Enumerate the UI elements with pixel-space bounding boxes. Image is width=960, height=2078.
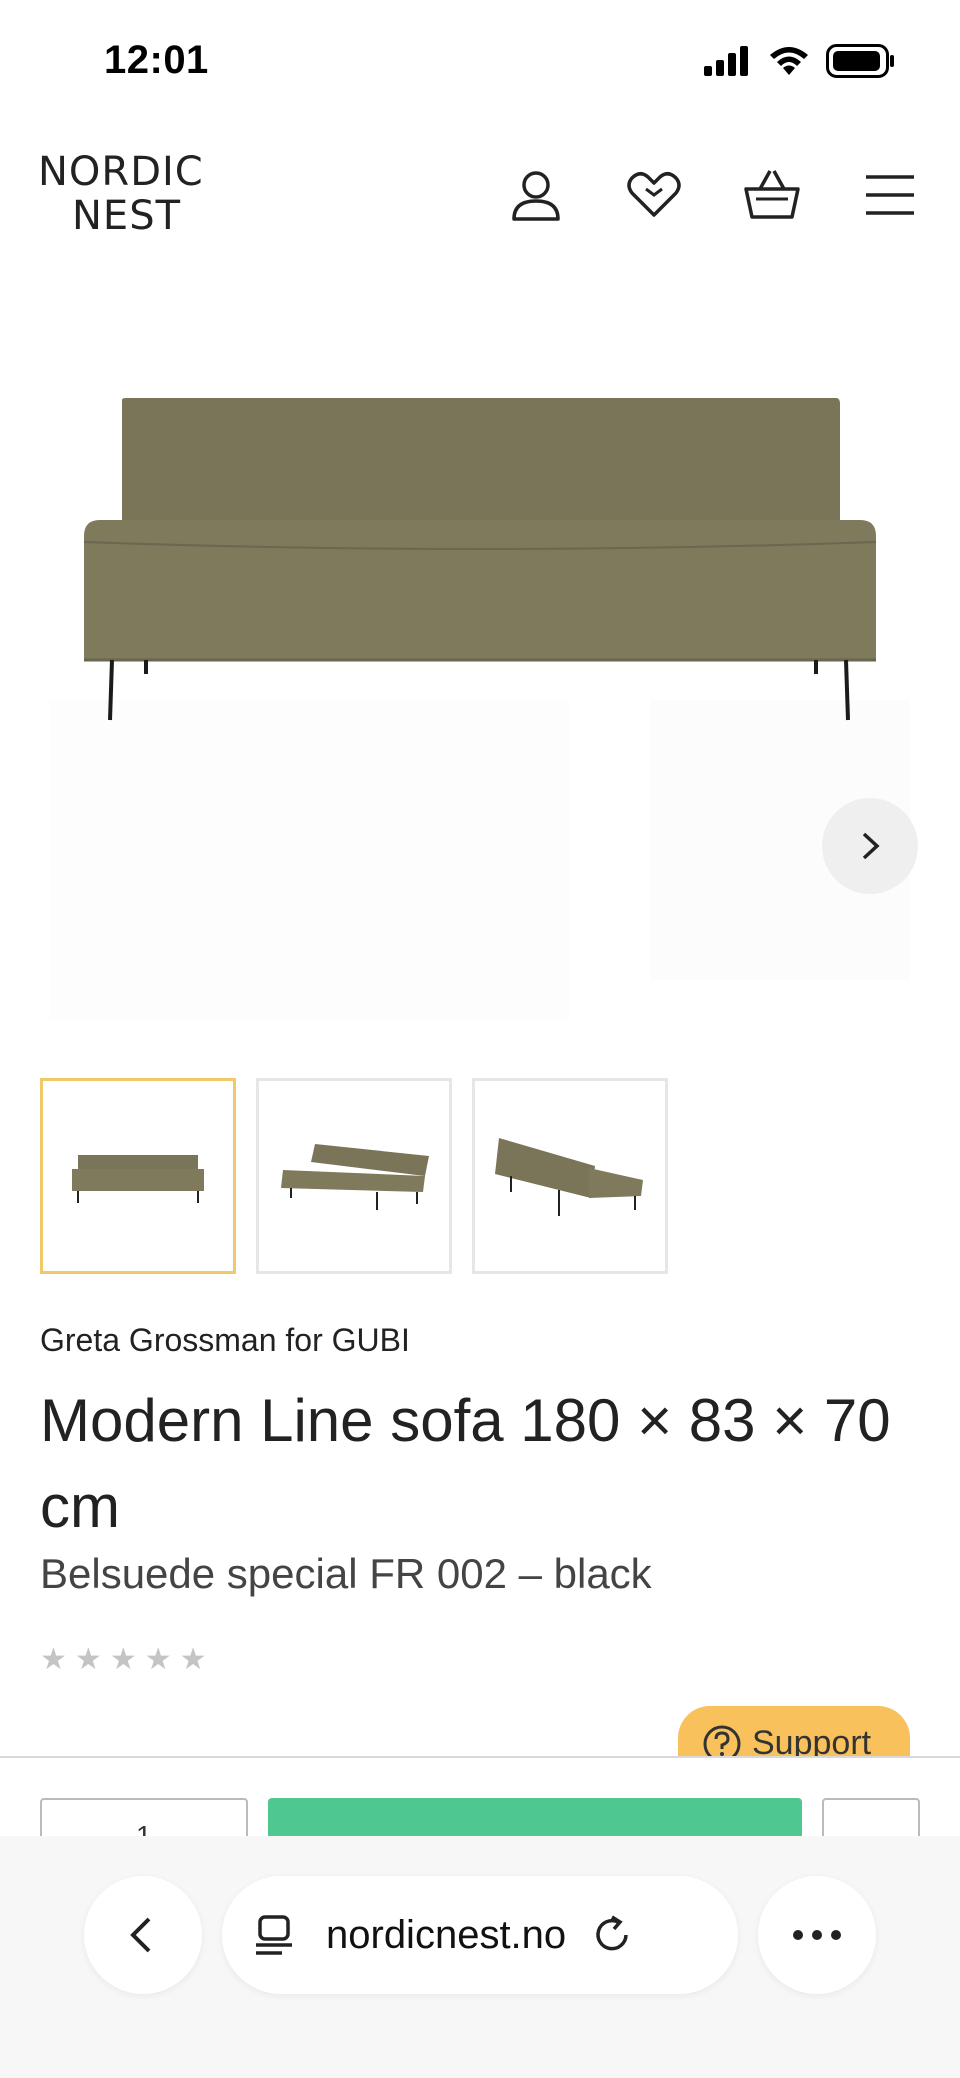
status-bar: 12:01 xyxy=(0,0,960,120)
thumbnail-image-angle xyxy=(281,1144,429,1210)
wishlist-heart-icon[interactable] xyxy=(624,165,684,225)
designer-link[interactable]: Greta Grossman xyxy=(40,1322,277,1358)
thumbnail-image-front xyxy=(72,1155,204,1203)
product-title: Modern Line sofa 180 × 83 × 70 cm xyxy=(40,1387,891,1540)
product-variant: Belsuede special FR 002 – black xyxy=(40,1550,652,1597)
buy-bar: 1 xyxy=(0,1756,960,1836)
add-to-cart-button[interactable] xyxy=(268,1798,802,1836)
star-icon: ★ xyxy=(144,1643,172,1676)
add-to-wishlist-button[interactable] xyxy=(822,1798,920,1836)
thumbnail-2[interactable] xyxy=(256,1078,452,1274)
browser-back-button[interactable] xyxy=(84,1876,202,1994)
url-text: nordicnest.no xyxy=(326,1912,567,1957)
status-icons xyxy=(704,44,896,78)
logo-line-2: NEST xyxy=(72,193,182,239)
star-icon: ★ xyxy=(74,1643,102,1676)
logo-line-1: NORDIC xyxy=(38,149,204,195)
brand-link[interactable]: GUBI xyxy=(332,1322,410,1358)
more-icon xyxy=(793,1930,841,1940)
url-bar[interactable]: nordicnest.no xyxy=(222,1876,738,1994)
chevron-right-icon xyxy=(862,832,880,860)
product-image-carousel[interactable] xyxy=(0,280,960,1040)
product-image-sofa xyxy=(50,398,910,1020)
browser-toolbar: nordicnest.no xyxy=(0,1836,960,2078)
brand-line: Greta Grossman for GUBI xyxy=(40,1322,410,1359)
thumbnail-3[interactable] xyxy=(472,1078,668,1274)
star-icon: ★ xyxy=(40,1643,67,1676)
nordic-nest-logo[interactable]: NORDIC NEST xyxy=(38,150,238,238)
brand-connector: for xyxy=(285,1322,323,1358)
battery-icon xyxy=(826,44,894,78)
star-icon: ★ xyxy=(179,1643,207,1676)
back-icon xyxy=(130,1917,151,1953)
status-time: 12:01 xyxy=(104,38,209,82)
account-icon[interactable] xyxy=(506,165,566,225)
quantity-stepper[interactable]: 1 xyxy=(40,1798,248,1836)
browser-more-button[interactable] xyxy=(758,1876,876,1994)
reader-icon xyxy=(256,1915,292,1955)
rating-stars[interactable]: ★ ★ ★ ★ ★ xyxy=(40,1642,207,1677)
site-header: NORDIC NEST xyxy=(0,140,960,260)
star-icon: ★ xyxy=(109,1643,137,1676)
wifi-icon xyxy=(770,47,808,75)
signal-icon xyxy=(704,46,748,76)
thumbnail-1[interactable] xyxy=(40,1078,236,1274)
thumbnail-strip xyxy=(40,1078,668,1274)
thumbnail-image-back xyxy=(495,1138,643,1216)
quantity-value: 1 xyxy=(136,1820,152,1836)
reload-icon[interactable] xyxy=(590,1913,634,1957)
basket-icon[interactable] xyxy=(742,165,802,225)
menu-icon[interactable] xyxy=(860,165,920,225)
next-image-button[interactable] xyxy=(822,798,918,894)
